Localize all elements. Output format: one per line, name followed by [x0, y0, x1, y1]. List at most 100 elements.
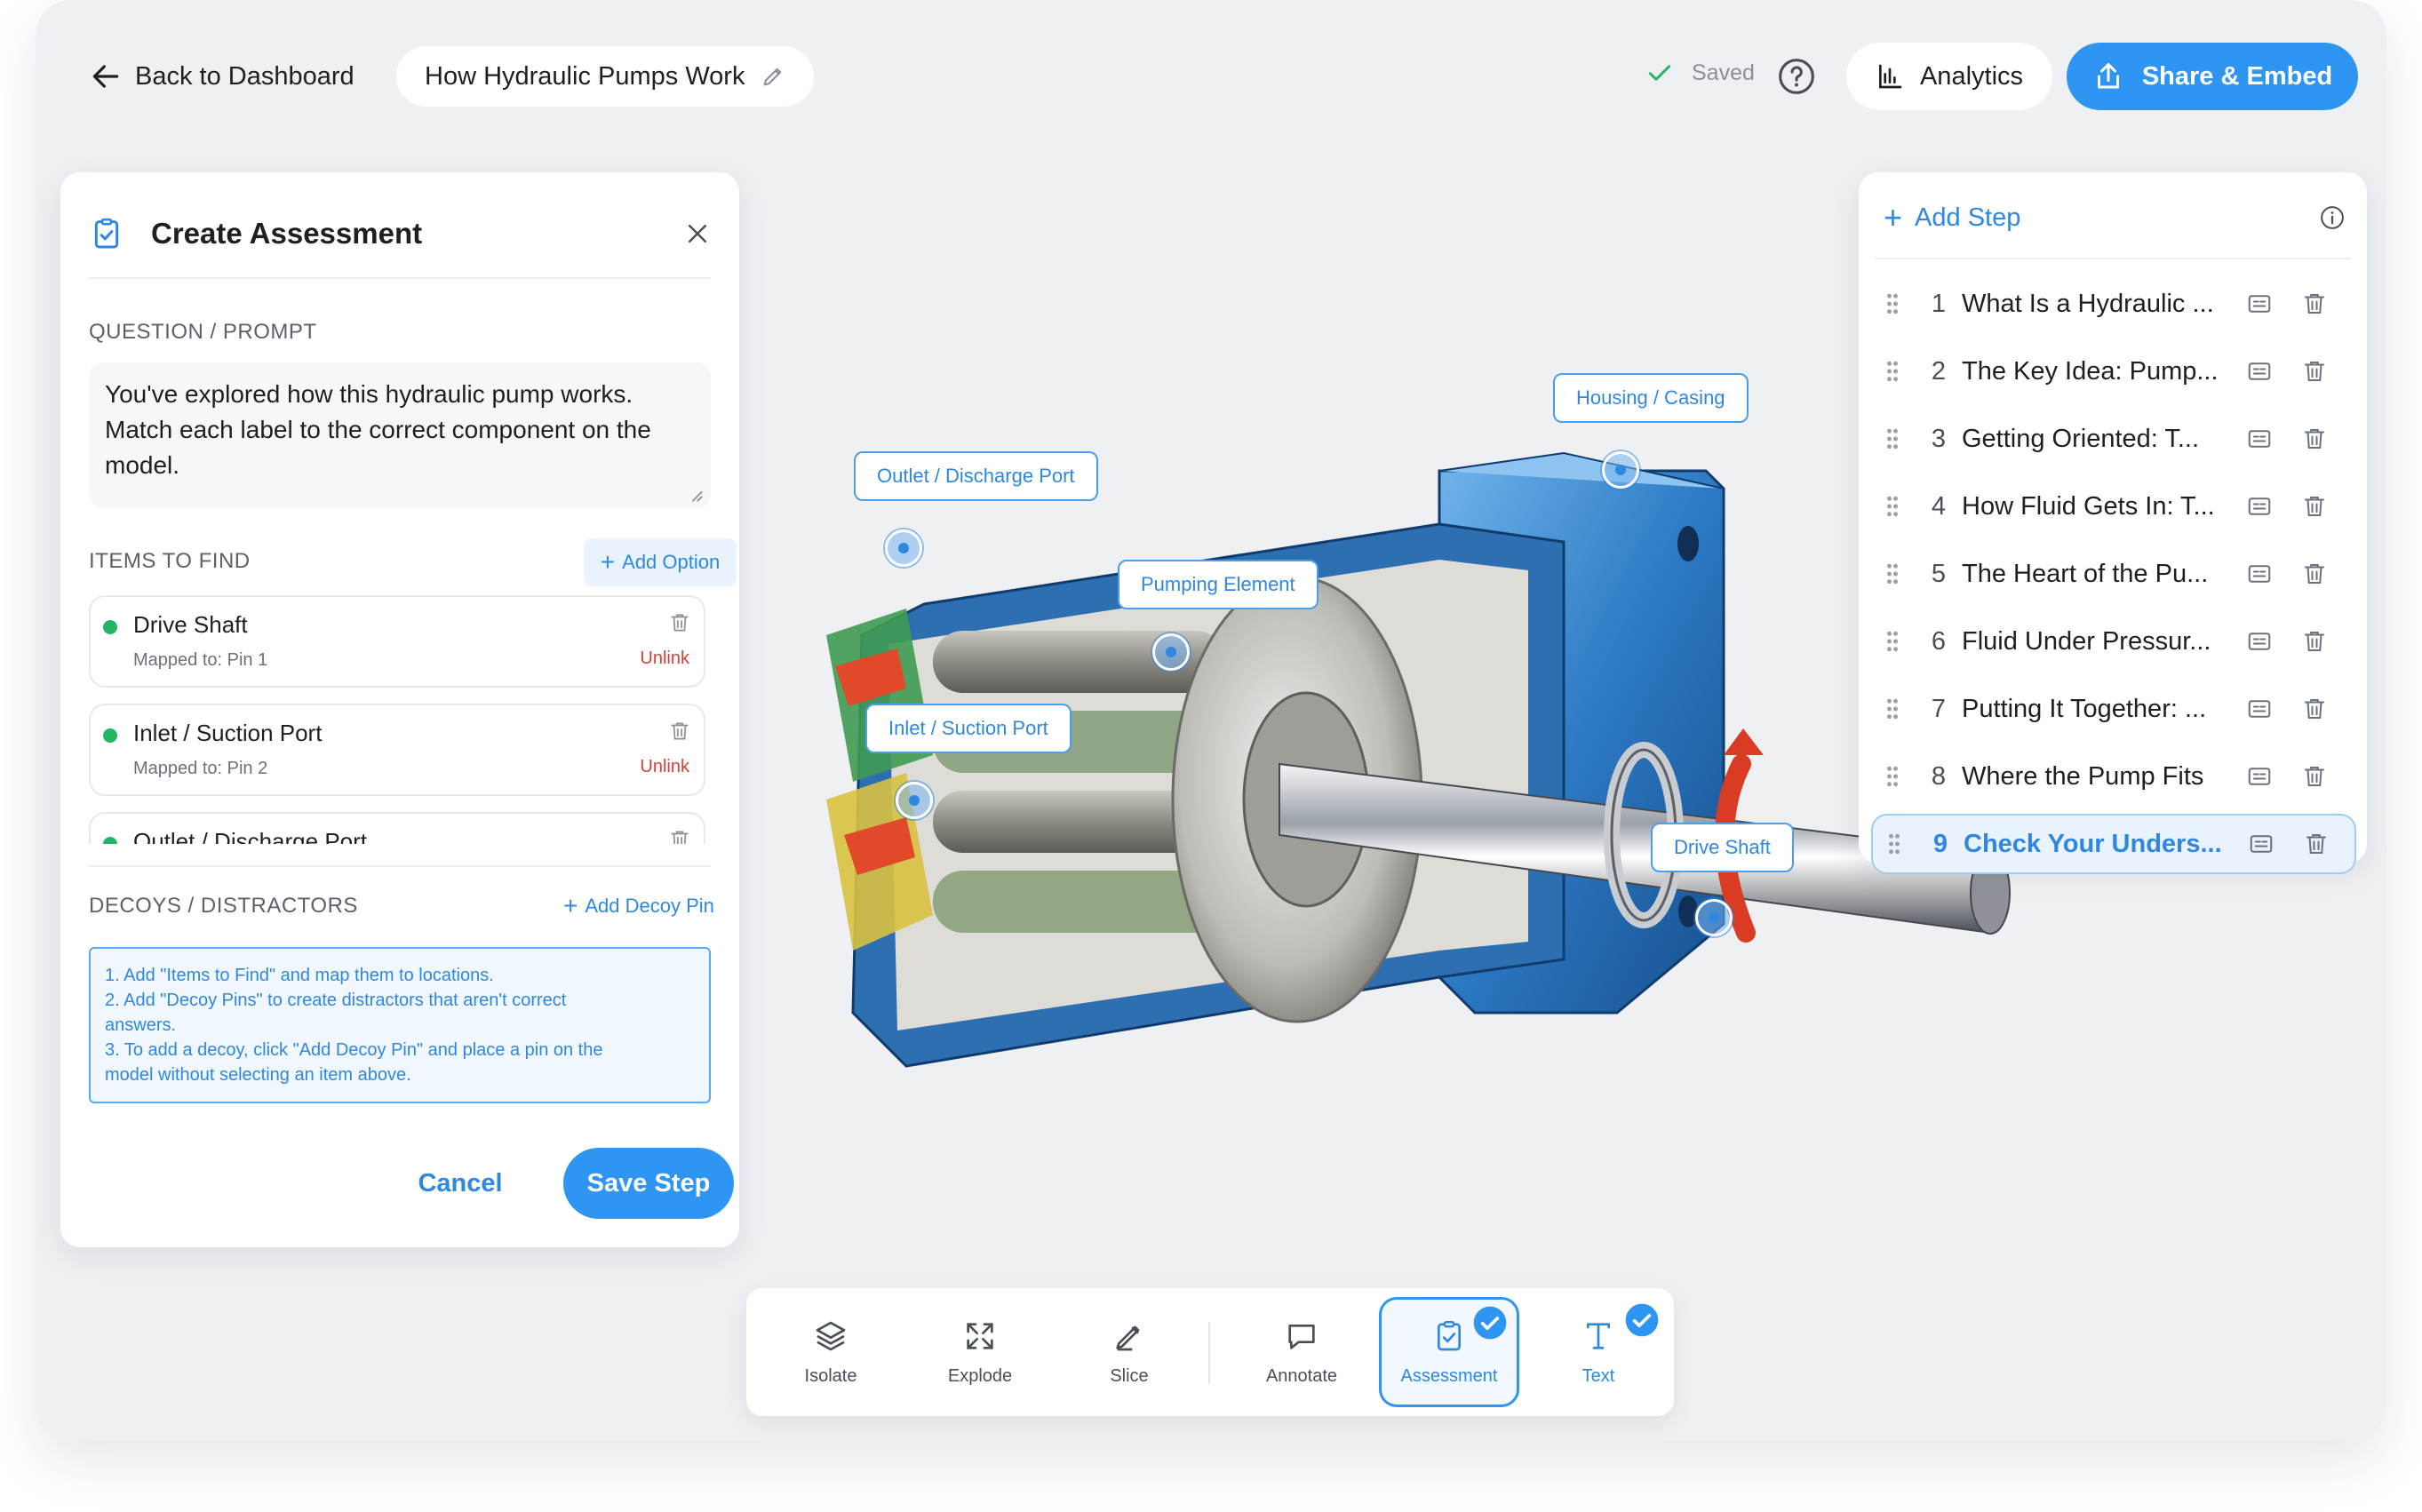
status-dot: [103, 620, 117, 634]
question-textarea[interactable]: You've explored how this hydraulic pump …: [89, 362, 711, 508]
tool-explode[interactable]: Explode: [910, 1297, 1050, 1407]
trash-icon[interactable]: [2301, 493, 2328, 520]
pin-housing[interactable]: [1602, 451, 1639, 489]
plus-icon: +: [1884, 199, 1903, 235]
add-decoy-pin-button[interactable]: + Add Decoy Pin: [563, 888, 714, 924]
step-row[interactable]: 4 How Fluid Gets In: T...: [1871, 476, 2356, 537]
step-number: 6: [1931, 626, 1946, 656]
tool-annotate[interactable]: Annotate: [1231, 1297, 1372, 1407]
drag-handle-icon[interactable]: [1884, 561, 1901, 586]
trash-icon[interactable]: [2303, 831, 2330, 857]
check-badge-icon: [1625, 1303, 1659, 1337]
trash-icon[interactable]: [2301, 696, 2328, 722]
share-label: Share & Embed: [2141, 61, 2333, 91]
caption-edit-icon[interactable]: [2248, 831, 2275, 857]
drag-handle-icon[interactable]: [1884, 696, 1901, 721]
add-decoy-label: Add Decoy Pin: [585, 895, 714, 917]
caption-edit-icon[interactable]: [2246, 493, 2273, 520]
caption-edit-icon[interactable]: [2246, 696, 2273, 722]
callout-outlet-port[interactable]: Outlet / Discharge Port: [854, 451, 1098, 501]
pin-outlet-port[interactable]: [885, 529, 922, 567]
callout-housing[interactable]: Housing / Casing: [1553, 373, 1749, 423]
step-row[interactable]: 9 Check Your Unders...: [1871, 814, 2356, 874]
step-row[interactable]: 7 Putting It Together: ...: [1871, 679, 2356, 739]
pin-pumping-element[interactable]: [1152, 633, 1190, 671]
drag-handle-icon[interactable]: [1884, 629, 1901, 654]
trash-icon[interactable]: [2301, 561, 2328, 587]
caption-edit-icon[interactable]: [2246, 763, 2273, 790]
callout-drive-shaft[interactable]: Drive Shaft: [1651, 823, 1794, 872]
tool-text[interactable]: Text: [1528, 1297, 1669, 1407]
mounting-hole: [1678, 895, 1698, 927]
drag-handle-icon[interactable]: [1884, 291, 1901, 316]
trash-icon[interactable]: [2301, 628, 2328, 655]
item-card[interactable]: Drive Shaft Mapped to: Pin 1 Unlink: [89, 595, 705, 688]
project-title: How Hydraulic Pumps Work: [425, 61, 745, 91]
step-number: 9: [1932, 829, 1948, 858]
back-to-dashboard-button[interactable]: Back to Dashboard: [89, 52, 355, 101]
step-row[interactable]: 5 The Heart of the Pu...: [1871, 544, 2356, 604]
drag-handle-icon[interactable]: [1884, 426, 1901, 451]
step-row[interactable]: 1 What Is a Hydraulic ...: [1871, 274, 2356, 334]
mounting-hole: [1677, 526, 1699, 561]
project-title-pill[interactable]: How Hydraulic Pumps Work: [396, 46, 815, 107]
add-option-button[interactable]: + Add Option: [584, 538, 737, 586]
caption-edit-icon[interactable]: [2246, 290, 2273, 317]
resize-handle-icon[interactable]: [688, 487, 704, 503]
caption-edit-icon[interactable]: [2246, 426, 2273, 452]
add-step-button[interactable]: + Add Step: [1884, 195, 2020, 240]
step-row[interactable]: 3 Getting Oriented: T...: [1871, 409, 2356, 469]
step-row[interactable]: 6 Fluid Under Pressur...: [1871, 611, 2356, 672]
check-badge-icon: [1473, 1306, 1507, 1340]
save-step-button[interactable]: Save Step: [563, 1148, 734, 1219]
trash-icon[interactable]: [2301, 763, 2328, 790]
caption-edit-icon[interactable]: [2246, 358, 2273, 385]
drag-handle-icon[interactable]: [1884, 494, 1901, 519]
caption-edit-icon[interactable]: [2246, 628, 2273, 655]
speech-bubble-icon: [1288, 1324, 1315, 1349]
share-embed-button[interactable]: Share & Embed: [2067, 43, 2358, 110]
unlink-link[interactable]: Unlink: [640, 649, 689, 669]
question-text: You've explored how this hydraulic pump …: [105, 380, 651, 479]
item-card[interactable]: Outlet / Discharge Port: [89, 812, 705, 844]
step-row[interactable]: 2 The Key Idea: Pump...: [1871, 341, 2356, 402]
tool-slice[interactable]: Slice: [1059, 1297, 1199, 1407]
decoy-instructions: 1. Add "Items to Find" and map them to l…: [89, 947, 711, 1103]
trash-icon[interactable]: [668, 611, 691, 634]
tool-label: Assessment: [1400, 1365, 1498, 1386]
cancel-button[interactable]: Cancel: [402, 1148, 519, 1219]
item-card[interactable]: Inlet / Suction Port Mapped to: Pin 2 Un…: [89, 704, 705, 796]
pin-drive-shaft[interactable]: [1695, 899, 1733, 936]
trash-icon[interactable]: [668, 828, 691, 844]
drag-handle-icon[interactable]: [1884, 764, 1901, 789]
step-row[interactable]: 8 Where the Pump Fits: [1871, 746, 2356, 807]
close-icon[interactable]: [684, 220, 711, 247]
help-icon[interactable]: [1777, 57, 1816, 96]
trash-icon[interactable]: [2301, 290, 2328, 317]
tool-label: Isolate: [804, 1365, 857, 1386]
trash-icon[interactable]: [2301, 358, 2328, 385]
step-number: 2: [1931, 356, 1946, 386]
tool-isolate[interactable]: Isolate: [761, 1297, 901, 1407]
step-title: Check Your Unders...: [1964, 829, 2222, 858]
drag-handle-icon[interactable]: [1885, 832, 1903, 856]
trash-icon[interactable]: [668, 720, 691, 743]
pin-inlet-port[interactable]: [896, 782, 933, 819]
tool-assessment[interactable]: Assessment: [1379, 1297, 1519, 1407]
upload-share-icon: [2097, 63, 2119, 89]
items-list[interactable]: Drive Shaft Mapped to: Pin 1 Unlink Inle…: [89, 595, 714, 844]
caption-edit-icon[interactable]: [2246, 561, 2273, 587]
callout-pumping-element[interactable]: Pumping Element: [1118, 560, 1319, 609]
unlink-link[interactable]: Unlink: [640, 757, 689, 777]
drag-handle-icon[interactable]: [1884, 359, 1901, 384]
step-title: Where the Pump Fits: [1962, 761, 2204, 791]
pencil-icon[interactable]: [761, 64, 785, 89]
analytics-label: Analytics: [1919, 61, 2024, 91]
trash-icon[interactable]: [2301, 426, 2328, 452]
analytics-button[interactable]: Analytics: [1846, 43, 2052, 110]
back-label: Back to Dashboard: [135, 61, 355, 91]
info-icon[interactable]: [2319, 204, 2346, 231]
step-number: 3: [1931, 424, 1946, 453]
step-title: The Key Idea: Pump...: [1962, 356, 2219, 386]
callout-inlet-port[interactable]: Inlet / Suction Port: [865, 704, 1072, 753]
